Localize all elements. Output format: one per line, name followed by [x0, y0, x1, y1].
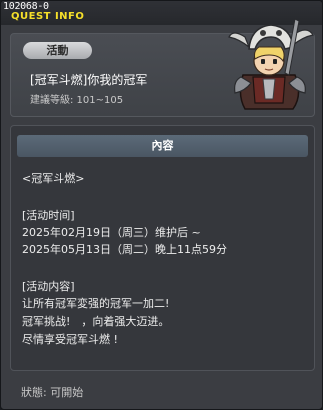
quest-name: [冠军斗燃]你我的冠军 [30, 73, 148, 87]
content-line: [活动内容] [22, 280, 75, 293]
content-line: 让所有冠军変强的冠军一加二! [22, 297, 170, 310]
content-line: <冠军斗燃> [22, 172, 85, 185]
content-line: 冠军挑战! ，向着强大迈进。 [22, 315, 170, 328]
content-line: 尽情享受冠军斗燃 ! [22, 333, 118, 346]
level-requirement: 建議等級: 101~105 [30, 95, 124, 106]
quest-info-window: 102068-0 QUEST INFO 活動 [冠军斗燃]你我的冠军 建議等級:… [0, 0, 323, 410]
content-line: 2025年05月13日（周二）晚上11点59分 [22, 243, 227, 256]
content-line: [活动时间] [22, 209, 75, 222]
category-badge: 活動 [23, 42, 92, 59]
armored-warrior-npc-icon [228, 18, 314, 110]
window-title: QUEST INFO [11, 11, 85, 22]
quest-status: 狀態: 可開始 [21, 386, 84, 399]
content-header: 內容 [17, 135, 308, 157]
content-line: 2025年02月19日（周三）维护后 ~ [22, 226, 201, 239]
